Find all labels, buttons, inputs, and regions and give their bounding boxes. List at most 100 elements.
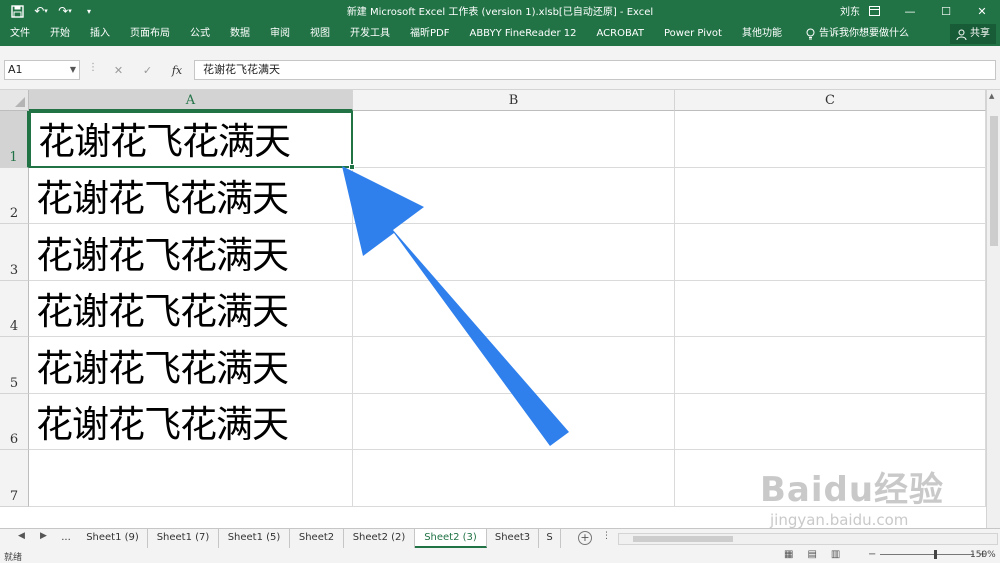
normal-view-icon[interactable]: ▦ <box>784 549 793 560</box>
cell[interactable] <box>675 337 986 394</box>
close-icon[interactable]: ✕ <box>964 0 1000 22</box>
ribbon-tab[interactable]: 审阅 <box>260 22 300 46</box>
horizontal-scrollbar[interactable] <box>618 533 998 545</box>
cell[interactable] <box>353 224 675 281</box>
sheet-tab[interactable]: Sheet1 (9) <box>78 529 148 548</box>
ribbon-tab[interactable]: 其他功能 <box>732 22 792 46</box>
row-header[interactable]: 7 <box>0 450 29 507</box>
cell[interactable] <box>353 111 675 168</box>
vertical-scroll-thumb[interactable] <box>990 116 998 246</box>
previous-sheet-icon[interactable]: ◀ <box>18 531 25 541</box>
more-sheets-left[interactable]: ... <box>54 529 78 548</box>
ribbon-tab[interactable]: 公式 <box>180 22 220 46</box>
ribbon-tab[interactable]: ABBYY FineReader 12 <box>459 22 586 46</box>
sheet-tab[interactable]: Sheet1 (7) <box>148 529 219 548</box>
name-box-value: A1 <box>8 63 23 76</box>
view-buttons: ▦ ▤ ▥ <box>784 549 840 560</box>
column-header[interactable]: B <box>353 90 675 111</box>
cell[interactable]: 花谢花飞花满天 <box>29 224 353 281</box>
sheet-tab[interactable]: S <box>539 529 561 548</box>
cell[interactable] <box>675 111 986 168</box>
row-header[interactable]: 1 <box>0 111 29 168</box>
zoom-track[interactable] <box>880 550 975 559</box>
scroll-up-icon[interactable]: ▲ <box>989 92 994 100</box>
row-number: 6 <box>9 432 19 447</box>
ribbon-tab[interactable]: 开始 <box>40 22 80 46</box>
ribbon-tab[interactable]: 插入 <box>80 22 120 46</box>
cell[interactable] <box>675 280 986 337</box>
column-header[interactable]: A <box>29 90 353 111</box>
row-header[interactable]: 2 <box>0 167 29 224</box>
sheet-tab[interactable]: Sheet2 <box>290 529 344 548</box>
watermark-brand: Baidu经验 <box>760 470 945 510</box>
fill-handle[interactable] <box>349 163 355 170</box>
zoom-knob[interactable] <box>934 550 938 559</box>
formula-bar: A1 ▼ ⋮ ✕ ✓ fx 花谢花飞花满天 <box>0 46 1000 90</box>
cell-text: 花谢花飞花满天 <box>36 233 289 277</box>
formula-input[interactable]: 花谢花飞花满天 <box>194 60 996 80</box>
column-header[interactable]: C <box>675 90 986 111</box>
active-cell[interactable]: 花谢花飞花满天 <box>29 111 353 168</box>
name-box[interactable]: A1 ▼ <box>4 60 80 80</box>
new-sheet-icon[interactable]: + <box>578 531 592 545</box>
person-icon <box>956 29 967 40</box>
row-number: 5 <box>9 375 19 391</box>
zoom-out-icon[interactable]: − <box>868 549 876 560</box>
share-button[interactable]: 共享 <box>950 24 996 44</box>
cell[interactable] <box>675 224 986 281</box>
select-all-corner[interactable] <box>0 90 29 111</box>
zoom-level[interactable]: 150% <box>970 550 996 560</box>
sheet-tab-bar: ◀ ▶ ... + ⋮ Sheet1 (9) Sheet1 (7) Sheet1 (… <box>0 528 1000 548</box>
maximize-icon[interactable]: ☐ <box>928 0 964 22</box>
ribbon-tabs: 文件 开始 插入 页面布局 公式 数据 审阅 视图 开发工具 福昕PDF ABBYY FineRea… <box>0 22 1000 46</box>
ribbon-tab[interactable]: 福昕PDF <box>400 22 459 46</box>
title-bar: ↶ ▾ ↷ ▾ ▾ 新建 Microsoft Excel 工作表 (version … <box>0 0 1000 22</box>
ribbon-tab[interactable]: 视图 <box>300 22 340 46</box>
cell[interactable] <box>353 337 675 394</box>
cell-text: 花谢花飞花满天 <box>38 119 291 163</box>
status-bar: 就绪 ▦ ▤ ▥ − + 150% <box>0 548 1000 563</box>
cell[interactable]: 花谢花飞花满天 <box>29 393 353 450</box>
cell[interactable] <box>353 393 675 450</box>
cell[interactable]: 花谢花飞花满天 <box>29 337 353 394</box>
cell[interactable] <box>353 280 675 337</box>
row-number: 7 <box>9 488 19 504</box>
ribbon-tab[interactable]: 文件 <box>0 22 40 46</box>
ribbon-tab-list: 文件 开始 插入 页面布局 公式 数据 审阅 视图 开发工具 福昕PDF ABBYY FineRea… <box>0 22 792 46</box>
cell[interactable] <box>353 450 675 507</box>
ribbon-tab[interactable]: Power Pivot <box>654 22 732 46</box>
cell[interactable] <box>675 167 986 224</box>
cell[interactable]: 花谢花飞花满天 <box>29 280 353 337</box>
insert-function-icon[interactable]: fx <box>172 64 182 77</box>
row-header[interactable]: 4 <box>0 280 29 337</box>
sheet-bar-grip-icon[interactable]: ⋮ <box>602 531 611 541</box>
enter-icon[interactable]: ✓ <box>143 64 152 77</box>
vertical-scrollbar[interactable]: ▲ <box>986 90 1000 528</box>
zoom-slider[interactable]: − + <box>868 549 987 560</box>
ribbon-tab[interactable]: ACROBAT <box>586 22 654 46</box>
sheet-tab[interactable]: Sheet2 (3) <box>415 529 487 548</box>
cell[interactable] <box>29 450 353 507</box>
cell[interactable] <box>675 393 986 450</box>
cell[interactable] <box>353 167 675 224</box>
row-header[interactable]: 5 <box>0 337 29 394</box>
sheet-tab[interactable]: Sheet3 <box>487 529 539 548</box>
name-box-dropdown-icon[interactable]: ▼ <box>70 61 76 79</box>
cell[interactable]: 花谢花飞花满天 <box>29 167 353 224</box>
sheet-tab[interactable]: Sheet1 (5) <box>219 529 290 548</box>
page-layout-view-icon[interactable]: ▤ <box>807 549 816 560</box>
next-sheet-icon[interactable]: ▶ <box>40 531 47 541</box>
sheet-tab[interactable]: Sheet2 (2) <box>344 529 415 548</box>
ribbon-display-options-icon[interactable] <box>856 0 892 22</box>
row-header[interactable]: 3 <box>0 224 29 281</box>
ribbon-tab[interactable]: 页面布局 <box>120 22 180 46</box>
tell-me-box[interactable]: 告诉我你想要做什么 <box>806 22 909 46</box>
ribbon-tab[interactable]: 开发工具 <box>340 22 400 46</box>
row-header[interactable]: 6 <box>0 393 29 450</box>
horizontal-scroll-thumb[interactable] <box>633 536 733 542</box>
ribbon-tab[interactable]: 数据 <box>220 22 260 46</box>
formula-bar-grip-icon[interactable]: ⋮ <box>88 62 98 73</box>
cancel-icon[interactable]: ✕ <box>114 64 123 77</box>
page-break-view-icon[interactable]: ▥ <box>831 549 840 560</box>
minimize-icon[interactable]: — <box>892 0 928 22</box>
